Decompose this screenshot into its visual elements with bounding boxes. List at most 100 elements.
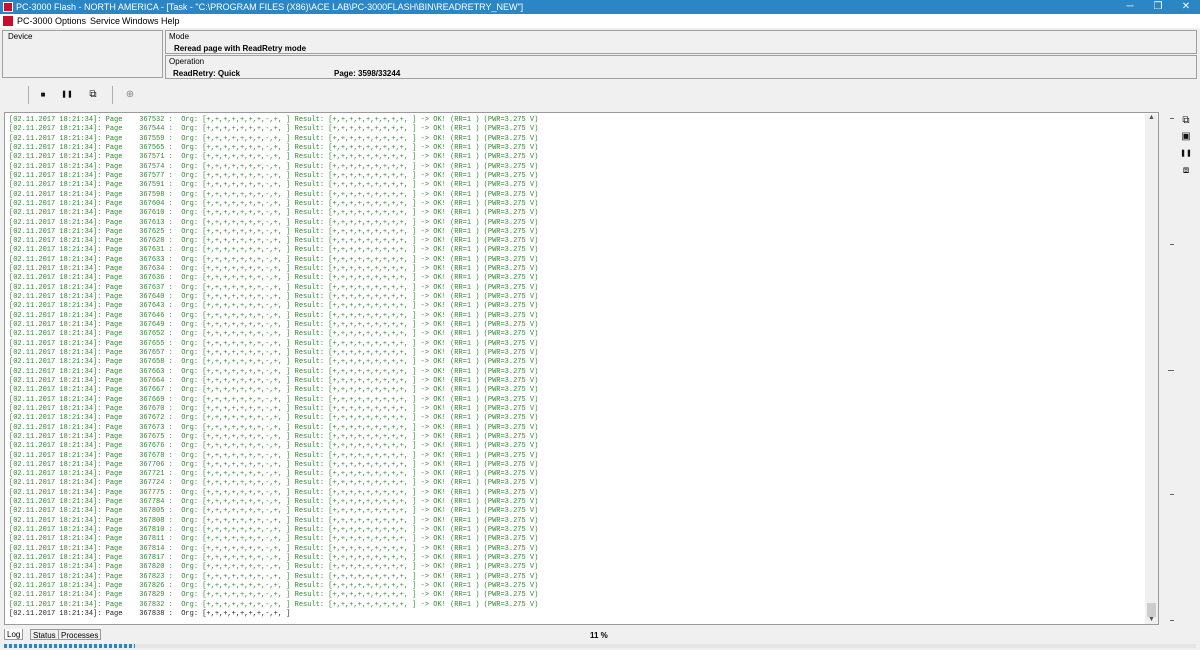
log-line: [02.11.2017 18:21:34]: Page 367664 : Org… bbox=[9, 376, 539, 385]
options-button[interactable]: ⧉ bbox=[85, 88, 101, 102]
log-line: [02.11.2017 18:21:34]: Page 367631 : Org… bbox=[9, 246, 539, 255]
log-line: [02.11.2017 18:21:34]: Page 367544 : Org… bbox=[9, 125, 539, 134]
log-line: [02.11.2017 18:21:34]: Page 367663 : Org… bbox=[9, 367, 539, 376]
log-line: [02.11.2017 18:21:34]: Page 367810 : Org… bbox=[9, 526, 539, 535]
log-line: [02.11.2017 18:21:34]: Page 367676 : Org… bbox=[9, 442, 539, 451]
export-log-icon[interactable]: ⧈ bbox=[1180, 165, 1192, 177]
open-log-icon[interactable]: ⧉ bbox=[1180, 115, 1192, 127]
log-line: [02.11.2017 18:21:34]: Page 367817 : Org… bbox=[9, 554, 539, 563]
toolbar: ■ ❚❚ ⧉ ⊕ bbox=[0, 82, 1200, 108]
log-line: [02.11.2017 18:21:34]: Page 367604 : Org… bbox=[9, 199, 539, 208]
progress-percent: 11 % bbox=[590, 631, 608, 640]
app-menu-icon[interactable] bbox=[3, 16, 13, 26]
log-line: [02.11.2017 18:21:34]: Page 367643 : Org… bbox=[9, 302, 539, 311]
log-line: [02.11.2017 18:21:34]: Page 367823 : Org… bbox=[9, 572, 539, 581]
log-line: [02.11.2017 18:21:34]: Page 367811 : Org… bbox=[9, 535, 539, 544]
log-line: [02.11.2017 18:21:34]: Page 367655 : Org… bbox=[9, 339, 539, 348]
ruler-mark bbox=[1170, 620, 1174, 621]
log-line: [02.11.2017 18:21:34]: Page 367829 : Org… bbox=[9, 591, 539, 600]
ruler-mark bbox=[1168, 370, 1174, 371]
close-button[interactable]: ✕ bbox=[1172, 0, 1200, 14]
log-line: [02.11.2017 18:21:34]: Page 367784 : Org… bbox=[9, 498, 539, 507]
log-line: [02.11.2017 18:21:34]: Page 367808 : Org… bbox=[9, 516, 539, 525]
log-line: [02.11.2017 18:21:34]: Page 367832 : Org… bbox=[9, 600, 539, 609]
log-line: [02.11.2017 18:21:34]: Page 367532 : Org… bbox=[9, 116, 539, 124]
progress-bar bbox=[4, 644, 1196, 648]
pause-log-icon[interactable]: ❚❚ bbox=[1180, 148, 1192, 160]
log-line: [02.11.2017 18:21:34]: Page 367574 : Org… bbox=[9, 162, 539, 171]
save-log-icon[interactable]: ▣ bbox=[1180, 131, 1192, 143]
toolbar-separator bbox=[112, 86, 113, 104]
log-line: [02.11.2017 18:21:34]: Page 367820 : Org… bbox=[9, 563, 539, 572]
log-scrollbar[interactable]: ▲ ▼ bbox=[1145, 114, 1158, 624]
operation-name: ReadRetry: Quick bbox=[173, 69, 241, 78]
ruler-mark bbox=[1170, 118, 1174, 119]
log-line: [02.11.2017 18:21:34]: Page 367649 : Org… bbox=[9, 321, 539, 330]
menu-item-help[interactable]: Help bbox=[161, 15, 180, 27]
log-line: [02.11.2017 18:21:34]: Page 367625 : Org… bbox=[9, 227, 539, 236]
log-line: [02.11.2017 18:21:34]: Page 367670 : Org… bbox=[9, 404, 539, 413]
toolbar-separator bbox=[28, 86, 29, 104]
operation-panel: Operation ReadRetry: Quick Page: 3598/33… bbox=[165, 55, 1197, 79]
side-ruler bbox=[1160, 114, 1174, 626]
menu-item-service[interactable]: Service bbox=[90, 15, 120, 27]
log-line: [02.11.2017 18:21:34]: Page 367636 : Org… bbox=[9, 274, 539, 283]
ruler-mark bbox=[1170, 244, 1174, 245]
log-line: [02.11.2017 18:21:34]: Page 367658 : Org… bbox=[9, 358, 539, 367]
log-line: [02.11.2017 18:21:34]: Page 367640 : Org… bbox=[9, 293, 539, 302]
log-line: [02.11.2017 18:21:34]: Page 367775 : Org… bbox=[9, 488, 539, 497]
minimize-button[interactable]: ─ bbox=[1116, 0, 1144, 14]
log-line: [02.11.2017 18:21:34]: Page 367591 : Org… bbox=[9, 181, 539, 190]
tab-processes[interactable]: Processes bbox=[58, 629, 102, 640]
log-line: [02.11.2017 18:21:34]: Page 367721 : Org… bbox=[9, 470, 539, 479]
mode-panel: Mode Reread page with ReadRetry mode bbox=[165, 30, 1197, 54]
scrollbar-thumb[interactable] bbox=[1147, 603, 1156, 617]
log-pane[interactable]: [02.11.2017 18:21:34]: Page 367532 : Org… bbox=[4, 112, 1159, 625]
tab-log[interactable]: Log bbox=[4, 629, 24, 640]
log-line: [02.11.2017 18:21:34]: Page 367724 : Org… bbox=[9, 479, 539, 488]
log-line: [02.11.2017 18:21:34]: Page 367628 : Org… bbox=[9, 237, 539, 246]
log-line: [02.11.2017 18:21:34]: Page 367706 : Org… bbox=[9, 460, 539, 469]
ruler-mark bbox=[1170, 494, 1174, 495]
log-line: [02.11.2017 18:21:34]: Page 367667 : Org… bbox=[9, 386, 539, 395]
mode-label: Mode bbox=[169, 32, 190, 41]
log-line: [02.11.2017 18:21:34]: Page 367805 : Org… bbox=[9, 507, 539, 516]
stop-button[interactable]: ■ bbox=[35, 88, 51, 102]
title-bar: PC-3000 Flash - NORTH AMERICA - [Task - … bbox=[0, 0, 1200, 14]
maximize-button[interactable]: ❐ bbox=[1144, 0, 1172, 14]
mode-value: Reread page with ReadRetry mode bbox=[174, 44, 307, 53]
log-line: [02.11.2017 18:21:34]: Page 367657 : Org… bbox=[9, 349, 539, 357]
log-line: [02.11.2017 18:21:34]: Page 367673 : Org… bbox=[9, 423, 539, 432]
menu-item-options[interactable]: Options bbox=[55, 15, 86, 27]
log-line: [02.11.2017 18:21:34]: Page 367634 : Org… bbox=[9, 265, 539, 274]
log-line: [02.11.2017 18:21:34]: Page 367610 : Org… bbox=[9, 209, 539, 218]
log-line: [02.11.2017 18:21:34]: Page 367669 : Org… bbox=[9, 395, 539, 404]
log-line: [02.11.2017 18:21:34]: Page 367814 : Org… bbox=[9, 544, 539, 553]
log-line: [02.11.2017 18:21:34]: Page 367613 : Org… bbox=[9, 218, 539, 227]
scroll-up-icon[interactable]: ▲ bbox=[1146, 114, 1157, 122]
log-line: [02.11.2017 18:21:34]: Page 367826 : Org… bbox=[9, 582, 539, 590]
operation-page: Page: 3598/33244 bbox=[334, 69, 401, 78]
app-icon bbox=[3, 2, 13, 12]
log-line: [02.11.2017 18:21:34]: Page 367571 : Org… bbox=[9, 153, 539, 162]
window-title: PC-3000 Flash - NORTH AMERICA - [Task - … bbox=[16, 2, 524, 12]
scroll-down-icon[interactable]: ▼ bbox=[1146, 616, 1157, 624]
log-line: [02.11.2017 18:21:34]: Page 367565 : Org… bbox=[9, 143, 539, 152]
device-panel: Device bbox=[2, 30, 163, 78]
pause-button[interactable]: ❚❚ bbox=[59, 88, 75, 102]
log-line: [02.11.2017 18:21:34]: Page 367652 : Org… bbox=[9, 330, 539, 339]
tab-status[interactable]: Status bbox=[30, 629, 59, 640]
progress-fill bbox=[4, 644, 136, 648]
log-line: [02.11.2017 18:21:34]: Page 367637 : Org… bbox=[9, 283, 539, 292]
menu-item-app[interactable]: PC-3000 bbox=[17, 15, 53, 27]
menu-item-windows[interactable]: Windows bbox=[122, 15, 159, 27]
log-line: [02.11.2017 18:21:34]: Page 367598 : Org… bbox=[9, 190, 539, 199]
menu-bar: PC-3000 Options Service Windows Help bbox=[0, 14, 1200, 28]
log-line: [02.11.2017 18:21:34]: Page 367675 : Org… bbox=[9, 432, 539, 441]
log-line: [02.11.2017 18:21:34]: Page 367678 : Org… bbox=[9, 451, 539, 460]
log-line: [02.11.2017 18:21:34]: Page 367559 : Org… bbox=[9, 134, 539, 143]
log-line: [02.11.2017 18:21:34]: Page 367577 : Org… bbox=[9, 171, 539, 180]
extra-tool-button[interactable]: ⊕ bbox=[122, 88, 138, 102]
operation-label: Operation bbox=[169, 57, 205, 66]
log-line: [02.11.2017 18:21:34]: Page 367672 : Org… bbox=[9, 414, 539, 423]
